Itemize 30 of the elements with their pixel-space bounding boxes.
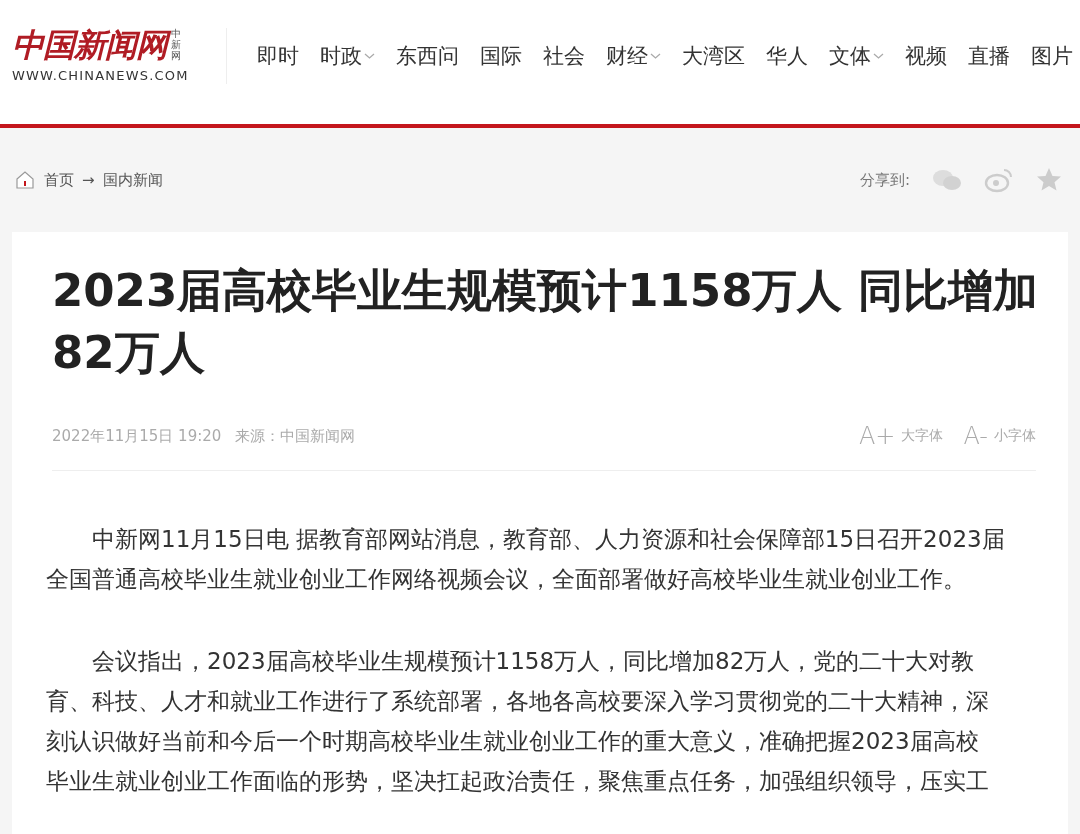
chevron-down-icon xyxy=(650,52,661,60)
star-icon[interactable] xyxy=(1036,167,1062,193)
nav-link[interactable]: 即时 xyxy=(257,42,299,70)
nav-link[interactable]: 国际 xyxy=(480,42,522,70)
share-label: 分享到: xyxy=(859,170,910,190)
logo-subtitle: 中新网 xyxy=(171,28,182,61)
article-source: 来源：中国新闻网 xyxy=(235,426,356,446)
nav-link[interactable]: 大湾区 xyxy=(682,42,745,70)
nav-link[interactable]: 时政 xyxy=(320,42,375,70)
chevron-down-icon xyxy=(873,52,884,60)
nav-link[interactable]: 图片 xyxy=(1031,42,1073,70)
nav-link[interactable]: 视频 xyxy=(905,42,947,70)
nav-link[interactable]: 东西问 xyxy=(396,42,459,70)
breadcrumb-separator: → xyxy=(82,171,95,189)
article-paragraph: 中新网11月15日电 据教育部网站消息，教育部、人力资源和社会保障部15日召开2023届 全国普通高校毕业生就业创业工作网络视频会议，全面部署做好高校毕业生就业创业工作。 xyxy=(46,525,1006,594)
weibo-icon[interactable] xyxy=(984,167,1014,193)
article-title: 2023届高校毕业生规模预计1158万人 同比增加 82万人 xyxy=(52,263,1036,381)
chevron-down-icon xyxy=(364,52,375,60)
nav-link[interactable]: 财经 xyxy=(606,42,661,70)
nav-link[interactable]: 华人 xyxy=(766,42,808,70)
article-paragraph: 会议指出，2023届高校毕业生规模预计1158万人，同比增加82万人，党的二十大对教 育、科技、人才和就业工作进行了系统部署，各地各高校要深入学习贯彻党的二十大精神，深 刻认识做好当前和今后一个时期高校毕业生就业创业工作的重大意义，准确把握2023届高校 毕业生就业创业工作面临的形势，坚决扛起政治责任，聚焦重点任务，加强组织领导，压实工 xyxy=(46,647,990,796)
breadcrumb-link[interactable]: 首页 xyxy=(44,170,74,190)
publish-date: 2022年11月15日 19:20 xyxy=(52,426,222,446)
home-icon xyxy=(14,169,36,191)
nav-link[interactable]: 社会 xyxy=(543,42,585,70)
chat-bubbles-icon[interactable] xyxy=(932,168,962,192)
nav-link[interactable]: 文体 xyxy=(829,42,884,70)
breadcrumb-link[interactable]: 国内新闻 xyxy=(102,170,163,190)
nav-link[interactable]: 直播 xyxy=(968,42,1010,70)
site-url: WWW.CHINANEWS.COM xyxy=(12,68,190,83)
